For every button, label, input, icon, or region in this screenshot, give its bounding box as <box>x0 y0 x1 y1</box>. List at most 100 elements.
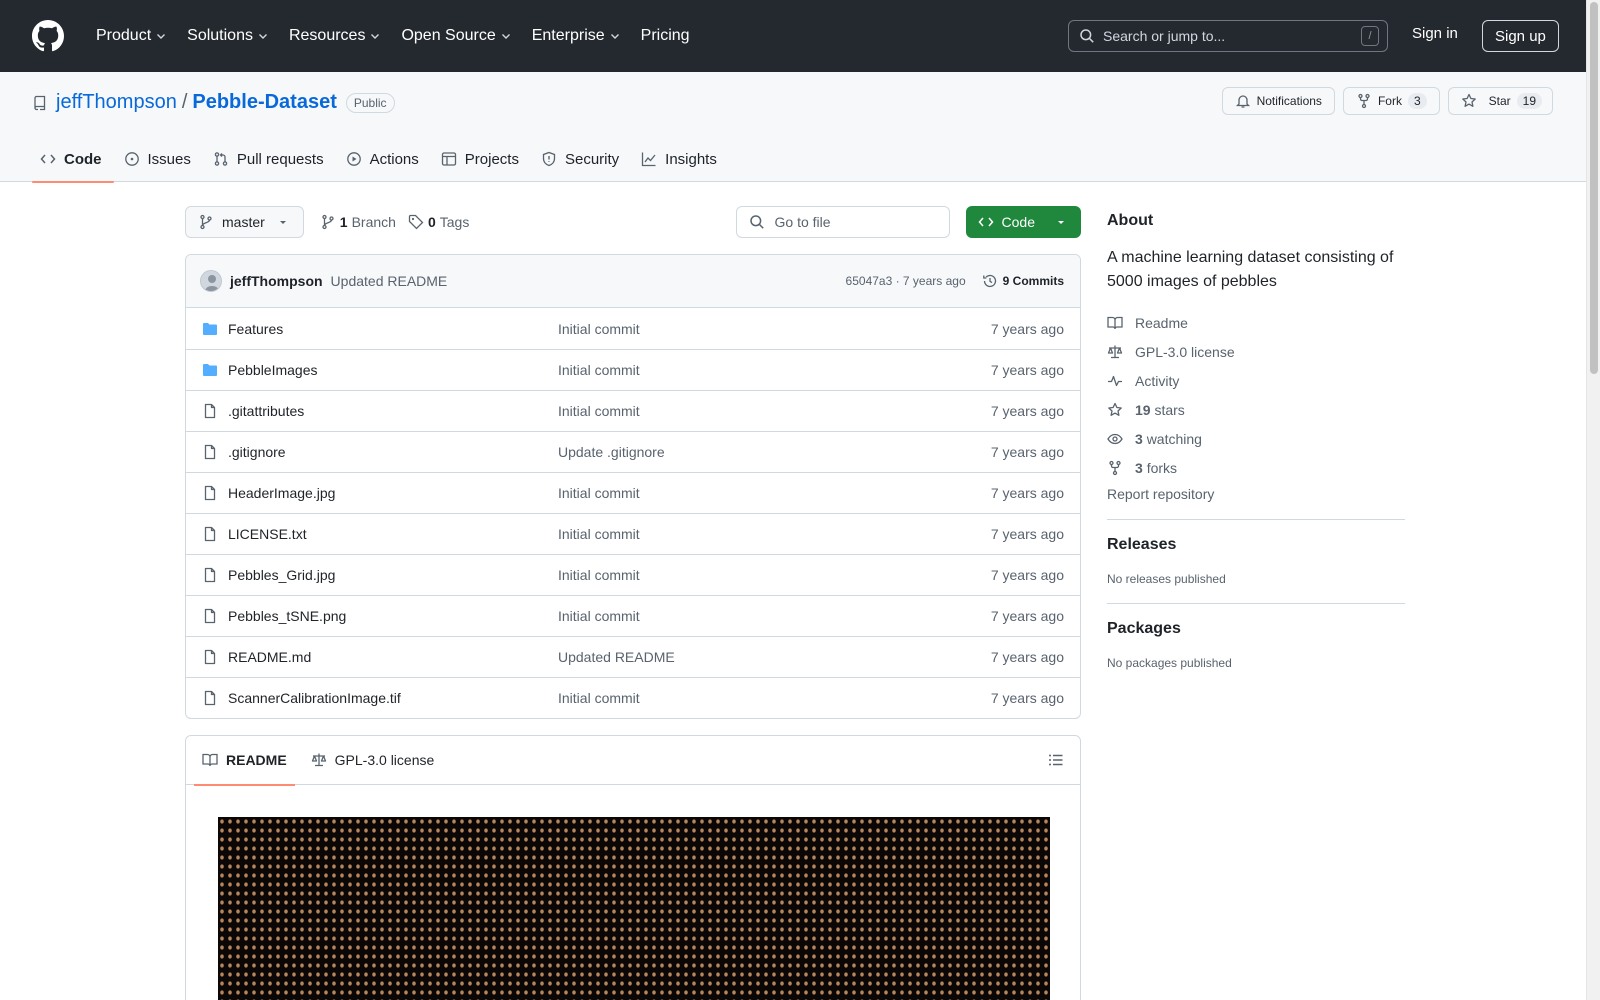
about-heading: About <box>1107 212 1154 229</box>
code-dropdown-button[interactable]: Code <box>965 206 1081 238</box>
table-row[interactable]: Pebbles_Grid.jpg Initial commit 7 years ag… <box>186 554 1080 595</box>
table-row[interactable]: .gitignore Update .gitignore 7 years ago <box>186 431 1080 472</box>
global-search-input[interactable]: Search or jump to... / <box>1068 20 1388 52</box>
pull-request-icon <box>214 152 228 166</box>
file-commit-date: 7 years ago <box>990 485 1064 501</box>
file-commit-message-link[interactable]: Initial commit <box>558 485 991 501</box>
folder-icon <box>203 322 217 335</box>
table-row[interactable]: .gitattributes Initial commit 7 years ago <box>186 390 1080 431</box>
nav-enterprise[interactable]: Enterprise <box>522 20 631 52</box>
fork-button[interactable]: Fork 3 <box>1342 87 1440 115</box>
license-tab-label: GPL-3.0 license <box>334 752 435 768</box>
tab-security[interactable]: Security <box>533 136 631 182</box>
table-row[interactable]: ScannerCalibrationImage.tif Initial commi… <box>186 677 1080 718</box>
file-commit-message-link[interactable]: Initial commit <box>558 362 991 378</box>
tags-link[interactable]: 0 Tags <box>408 214 469 230</box>
file-name-link[interactable]: Features <box>228 321 558 337</box>
file-name-link[interactable]: PebbleImages <box>228 362 558 378</box>
law-scale-icon <box>311 753 326 767</box>
nav-open-source[interactable]: Open Source <box>391 20 521 52</box>
file-name-link[interactable]: LICENSE.txt <box>228 526 558 542</box>
fork-label: Fork <box>1377 94 1402 108</box>
chevron-down-icon <box>371 34 380 39</box>
repo-header: jeffThompson / Pebble-Dataset Public Not… <box>0 72 1586 183</box>
file-icon <box>204 690 216 706</box>
code-icon <box>978 217 994 227</box>
table-row[interactable]: README.md Updated README 7 years ago <box>186 636 1080 677</box>
commit-author-link[interactable]: jeffThompson <box>230 273 323 289</box>
sign-up-button[interactable]: Sign up <box>1482 20 1559 52</box>
table-row[interactable]: LICENSE.txt Initial commit 7 years ago <box>186 513 1080 554</box>
file-name-link[interactable]: Pebbles_tSNE.png <box>228 608 558 624</box>
readme-tab-label: README <box>226 752 287 768</box>
releases-note: No releases published <box>1107 572 1226 586</box>
list-outline-icon[interactable] <box>1048 752 1064 768</box>
file-commit-date: 7 years ago <box>990 567 1064 583</box>
go-to-file-input[interactable]: Go to file <box>735 206 950 238</box>
commit-message-link[interactable]: Updated README <box>331 273 448 289</box>
branch-icon <box>322 214 334 230</box>
file-commit-message-link[interactable]: Initial commit <box>558 321 991 337</box>
tab-projects[interactable]: Projects <box>433 136 531 182</box>
tab-license[interactable]: GPL-3.0 license <box>303 736 443 785</box>
branches-link[interactable]: 1 Branch <box>320 214 396 230</box>
license-link[interactable]: GPL-3.0 license <box>1107 337 1405 366</box>
readme-panel: README GPL-3.0 license <box>185 735 1081 1000</box>
file-name-link[interactable]: ScannerCalibrationImage.tif <box>228 690 558 706</box>
star-count: 19 <box>1516 93 1542 109</box>
tab-actions[interactable]: Actions <box>338 136 431 182</box>
tab-label: Projects <box>464 150 519 168</box>
nav-pricing[interactable]: Pricing <box>631 20 700 52</box>
file-list: Features Initial commit 7 years ago PebbleI… <box>186 308 1080 718</box>
releases-heading[interactable]: Releases <box>1107 536 1176 553</box>
sign-in-link[interactable]: Sign in <box>1412 25 1458 42</box>
file-name-link[interactable]: .gitattributes <box>228 403 558 419</box>
repo-name-link[interactable]: Pebble-Dataset <box>192 91 337 114</box>
notifications-button[interactable]: Notifications <box>1221 87 1335 115</box>
file-commit-message-link[interactable]: Initial commit <box>558 608 991 624</box>
file-commit-message-link[interactable]: Initial commit <box>558 526 991 542</box>
repo-owner-link[interactable]: jeffThompson <box>56 91 177 114</box>
folder-icon-wrap <box>202 362 218 378</box>
readme-link[interactable]: Readme <box>1107 308 1405 337</box>
page-scrollbar[interactable] <box>1586 0 1600 1000</box>
star-button[interactable]: Star 19 <box>1447 87 1553 115</box>
file-commit-date: 7 years ago <box>990 444 1064 460</box>
github-logo-icon[interactable] <box>32 20 64 52</box>
table-row[interactable]: Features Initial commit 7 years ago <box>186 308 1080 349</box>
packages-note: No packages published <box>1107 656 1232 670</box>
file-name-link[interactable]: .gitignore <box>228 444 558 460</box>
file-commit-message-link[interactable]: Initial commit <box>558 567 991 583</box>
forks-link[interactable]: 3 forks <box>1107 453 1405 482</box>
file-commit-message-link[interactable]: Initial commit <box>558 690 991 706</box>
table-row[interactable]: Pebbles_tSNE.png Initial commit 7 years ag… <box>186 595 1080 636</box>
activity-link[interactable]: Activity <box>1107 366 1405 395</box>
nav-solutions[interactable]: Solutions <box>177 20 279 52</box>
file-name-link[interactable]: README.md <box>228 649 558 665</box>
file-commit-message-link[interactable]: Initial commit <box>558 403 991 419</box>
packages-heading[interactable]: Packages <box>1107 620 1181 637</box>
branch-selector[interactable]: master <box>185 206 304 238</box>
watching-link[interactable]: 3 watching <box>1107 424 1405 453</box>
tab-issues[interactable]: Issues <box>116 136 203 182</box>
nav-product[interactable]: Product <box>86 20 177 52</box>
tab-code[interactable]: Code <box>32 136 114 183</box>
file-name-link[interactable]: Pebbles_Grid.jpg <box>228 567 558 583</box>
file-commit-message-link[interactable]: Update .gitignore <box>558 444 991 460</box>
report-repository-link[interactable]: Report repository <box>1107 486 1405 502</box>
commits-count: 9 Commits <box>1002 274 1064 288</box>
tab-insights[interactable]: Insights <box>633 136 729 182</box>
stars-link[interactable]: 19 stars <box>1107 395 1405 424</box>
file-name-link[interactable]: HeaderImage.jpg <box>228 485 558 501</box>
nav-resources[interactable]: Resources <box>279 20 391 52</box>
tab-pull-requests[interactable]: Pull requests <box>205 136 336 182</box>
scrollbar-thumb[interactable] <box>1590 2 1598 374</box>
tab-readme[interactable]: README <box>194 736 295 786</box>
table-row[interactable]: HeaderImage.jpg Initial commit 7 years ago <box>186 472 1080 513</box>
avatar[interactable] <box>200 270 222 292</box>
commits-history-link[interactable]: 9 Commits <box>982 273 1064 289</box>
file-commit-message-link[interactable]: Updated README <box>558 649 991 665</box>
commit-sha-time[interactable]: 65047a3 · 7 years ago <box>846 274 966 288</box>
bell-icon <box>1235 95 1250 108</box>
table-row[interactable]: PebbleImages Initial commit 7 years ago <box>186 349 1080 390</box>
